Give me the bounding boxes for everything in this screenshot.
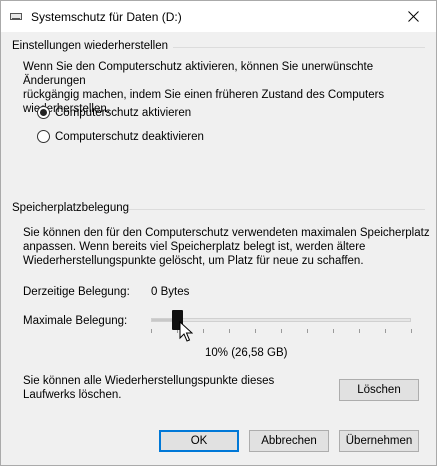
max-usage-label: Maximale Belegung: [23, 315, 128, 327]
mouse-pointer-icon [179, 321, 193, 342]
radio-unchecked-icon [37, 130, 50, 143]
title-bar: Systemschutz für Daten (D:) [1, 1, 436, 32]
ok-button[interactable]: OK [159, 430, 239, 452]
apply-button[interactable]: Übernehmen [339, 430, 419, 452]
delete-button[interactable]: Löschen [339, 379, 419, 401]
slider-tick [359, 329, 360, 333]
slider-tick [229, 329, 230, 333]
delete-description: Sie können alle Wiederherstellungspunkte… [23, 374, 274, 402]
system-protection-dialog: Systemschutz für Daten (D:) Einstellunge… [0, 0, 437, 466]
storage-description: Sie können den für den Computerschutz ve… [23, 226, 430, 268]
storage-description-line: anpassen. Wenn bereits viel Speicherplat… [23, 241, 366, 253]
slider-readout: 10% (26,58 GB) [205, 347, 288, 359]
slider-tick [203, 329, 204, 333]
delete-description-line: Sie können alle Wiederherstellungspunkte… [23, 375, 275, 387]
storage-section-divider [129, 209, 425, 210]
slider-tick [411, 329, 412, 333]
radio-disable-protection[interactable]: Computerschutz deaktivieren [37, 130, 204, 143]
cancel-button[interactable]: Abbrechen [249, 430, 329, 452]
restore-description-line: rückgängig machen, indem Sie einen frühe… [23, 89, 385, 101]
slider-tick [281, 329, 282, 333]
delete-description-line: Laufwerks löschen. [23, 389, 122, 401]
close-icon [407, 11, 419, 22]
storage-description-line: Sie können den für den Computerschutz ve… [23, 227, 430, 239]
current-usage-value: 0 Bytes [151, 286, 190, 298]
current-usage-label: Derzeitige Belegung: [23, 286, 130, 298]
radio-disable-label: Computerschutz deaktivieren [55, 130, 204, 143]
slider-tick [333, 329, 334, 333]
storage-description-line: Wiederherstellungspunkte gelöscht, um Pl… [23, 255, 364, 267]
slider-tick [151, 329, 152, 333]
radio-enable-label: Computerschutz aktivieren [55, 106, 192, 119]
radio-checked-icon [37, 106, 50, 119]
window-title: Systemschutz für Daten (D:) [31, 10, 182, 24]
close-button[interactable] [390, 1, 436, 32]
drive-icon [10, 13, 22, 20]
restore-section-title: Einstellungen wiederherstellen [12, 40, 168, 52]
slider-tick [385, 329, 386, 333]
slider-tick [307, 329, 308, 333]
slider-tick [255, 329, 256, 333]
restore-description-line: Wenn Sie den Computerschutz aktivieren, … [23, 61, 374, 87]
restore-section-divider [173, 47, 425, 48]
radio-enable-protection[interactable]: Computerschutz aktivieren [37, 106, 191, 119]
storage-section-title: Speicherplatzbelegung [12, 202, 130, 214]
